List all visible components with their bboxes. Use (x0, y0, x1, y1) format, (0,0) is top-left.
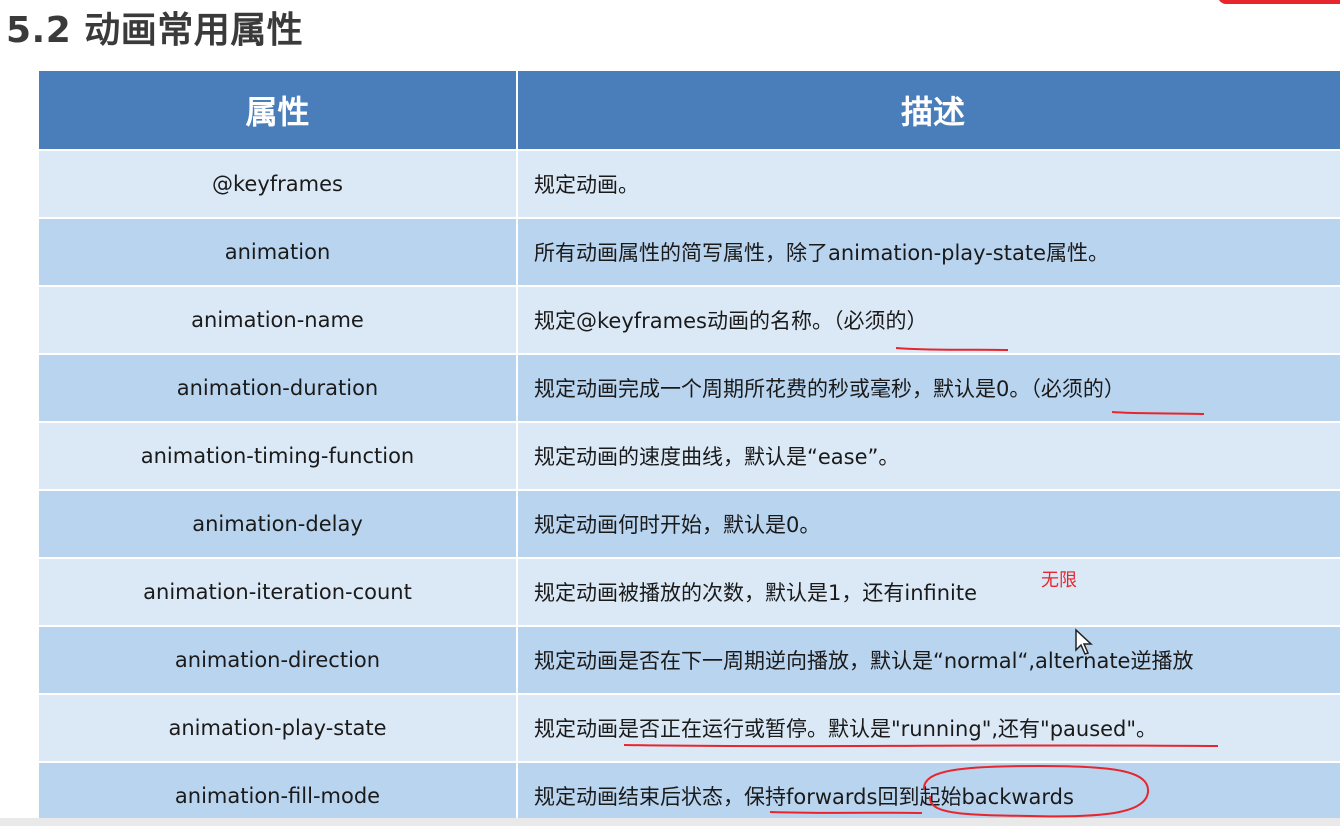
table-header-row: 属性 描述 (39, 71, 1340, 151)
table-row: animation-duration 规定动画完成一个周期所花费的秒或毫秒，默认… (39, 354, 1340, 423)
property-name: animation-play-state (39, 694, 518, 763)
table-row: animation-fill-mode 规定动画结束后状态，保持forwards… (39, 762, 1340, 826)
table-row: animation 所有动画属性的简写属性，除了animation-play-s… (39, 218, 1340, 287)
table-row: animation-iteration-count 规定动画被播放的次数，默认是… (39, 558, 1340, 627)
property-description: 规定动画何时开始，默认是0。 (517, 490, 1340, 559)
header-description: 描述 (517, 71, 1340, 151)
property-name: animation-delay (39, 490, 518, 559)
table-row: animation-play-state 规定动画是否正在运行或暂停。默认是"r… (39, 694, 1340, 763)
animation-properties-table: 属性 描述 @keyframes 规定动画。 animation 所有动画属性的… (39, 71, 1340, 826)
property-description: 所有动画属性的简写属性，除了animation-play-state属性。 (517, 218, 1340, 287)
property-name: @keyframes (39, 150, 518, 219)
table-row: animation-timing-function 规定动画的速度曲线，默认是“… (39, 422, 1340, 491)
annotation-note: 无限 (1041, 570, 1077, 591)
property-description: 规定动画完成一个周期所花费的秒或毫秒，默认是0。（必须的） (517, 354, 1340, 423)
property-description: 规定动画被播放的次数，默认是1，还有infinite (517, 558, 1340, 627)
mouse-cursor-icon (1075, 628, 1093, 655)
property-name: animation-name (39, 286, 518, 355)
property-description: 规定动画。 (517, 150, 1340, 219)
property-name: animation-iteration-count (39, 558, 518, 627)
table-row: animation-name 规定@keyframes动画的名称。（必须的） (39, 286, 1340, 355)
property-description: 规定动画的速度曲线，默认是“ease”。 (517, 422, 1340, 491)
property-name: animation-duration (39, 354, 518, 423)
property-name: animation (39, 218, 518, 287)
property-description: 规定@keyframes动画的名称。（必须的） (517, 286, 1340, 355)
slide-page: 5.2 动画常用属性 属性 描述 @keyframes 规定动画。 animat… (0, 0, 1340, 826)
table-row: animation-direction 规定动画是否在下一周期逆向播放，默认是“… (39, 626, 1340, 695)
header-property: 属性 (39, 71, 518, 151)
property-name: animation-direction (39, 626, 518, 695)
property-name: animation-fill-mode (39, 762, 518, 826)
bottom-edge (0, 818, 1340, 826)
table-row: @keyframes 规定动画。 (39, 150, 1340, 219)
property-description: 规定动画是否正在运行或暂停。默认是"running",还有"paused"。 (517, 694, 1340, 763)
table-row: animation-delay 规定动画何时开始，默认是0。 (39, 490, 1340, 559)
property-description: 规定动画是否在下一周期逆向播放，默认是“normal“,alternate逆播放 (517, 626, 1340, 695)
page-title: 5.2 动画常用属性 (6, 10, 304, 51)
corner-red-mark (1218, 0, 1340, 4)
property-name: animation-timing-function (39, 422, 518, 491)
property-description: 规定动画结束后状态，保持forwards回到起始backwards (517, 762, 1340, 826)
